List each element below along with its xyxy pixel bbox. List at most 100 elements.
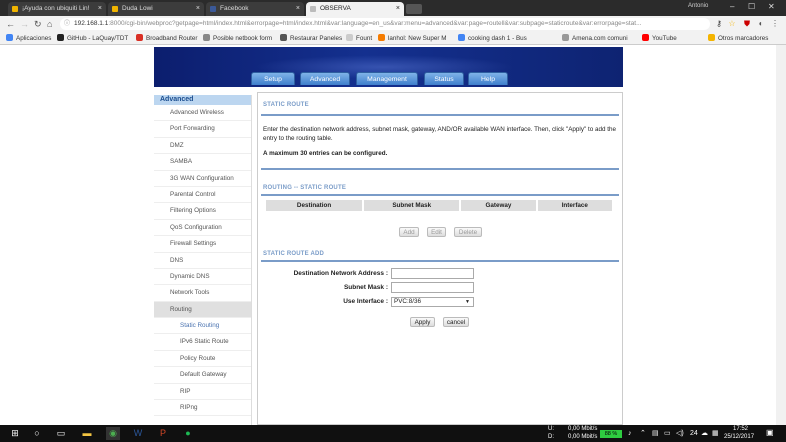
subnet-mask-input[interactable] <box>391 282 474 293</box>
column-header[interactable]: Subnet Mask <box>363 200 462 211</box>
task-view-icon[interactable]: ▭ <box>54 427 68 440</box>
add-button[interactable]: Add <box>399 227 419 237</box>
minimize-icon[interactable]: – <box>730 2 734 11</box>
sidebar-item-dmz[interactable]: DMZ <box>154 138 251 155</box>
close-tab-icon[interactable]: × <box>396 2 400 16</box>
sidebar-item-firewall-settings[interactable]: Firewall Settings <box>154 236 251 253</box>
home-icon[interactable]: ⌂ <box>47 19 52 29</box>
main-content: STATIC ROUTE Enter the destination netwo… <box>257 92 623 425</box>
battery-indicator[interactable]: 88 % <box>600 430 622 438</box>
tab-label: Facebook <box>220 5 249 12</box>
scrollbar[interactable] <box>776 45 786 425</box>
close-tab-icon[interactable]: × <box>196 2 200 16</box>
notifications-icon[interactable]: ▣ <box>766 429 774 437</box>
browser-tab[interactable]: Facebook × <box>206 2 304 16</box>
info-icon[interactable]: ⓘ <box>64 18 70 30</box>
apply-button[interactable]: Apply <box>410 317 435 327</box>
extension-icon[interactable]: ◐ <box>756 19 766 29</box>
battery-icon[interactable]: ▭ <box>664 430 671 437</box>
top-nav-status[interactable]: Status <box>424 72 464 85</box>
bookmark-label: cooking dash 1 - Bus <box>468 35 527 42</box>
file-explorer-icon[interactable]: ▬ <box>80 427 94 440</box>
sidebar-item-port-forwarding[interactable]: Port Forwarding <box>154 121 251 138</box>
sidebar-item-ripng[interactable]: RIPng <box>154 400 251 417</box>
interface-value: PVC:8/36 <box>394 298 421 305</box>
powerpoint-icon[interactable]: P <box>156 427 170 440</box>
top-nav-advanced[interactable]: Advanced <box>300 72 350 85</box>
bookmark-item[interactable]: Otros marcadores <box>708 33 768 44</box>
bookmark-item[interactable]: Amena.com comuni <box>562 33 628 44</box>
clock-time[interactable]: 17:52 <box>733 426 748 433</box>
bookmark-item[interactable]: Broadband Router <box>136 33 197 44</box>
bookmark-item[interactable]: lanhol: New Super M <box>378 33 446 44</box>
close-window-icon[interactable]: ✕ <box>768 2 775 11</box>
bookmark-favicon-icon <box>458 34 465 41</box>
column-header[interactable]: Gateway <box>460 200 538 211</box>
sidebar-item-static-routing[interactable]: Static Routing <box>154 318 251 335</box>
sidebar-item-advanced-wireless[interactable]: Advanced Wireless <box>154 105 251 122</box>
top-nav-setup[interactable]: Setup <box>251 72 295 85</box>
network-icon[interactable]: ▤ <box>652 430 659 437</box>
sidebar-item-dynamic-dns[interactable]: Dynamic DNS <box>154 269 251 286</box>
sidebar-item-qos-configuration[interactable]: QoS Configuration <box>154 220 251 237</box>
bookmark-favicon-icon <box>378 34 385 41</box>
close-tab-icon[interactable]: × <box>98 2 102 16</box>
bookmark-item[interactable]: Fount <box>346 33 372 44</box>
top-nav-management[interactable]: Management <box>356 72 418 85</box>
browser-tab[interactable]: Duda Lowi × <box>108 2 204 16</box>
delete-button[interactable]: Delete <box>454 227 482 237</box>
new-tab-button[interactable] <box>406 4 422 14</box>
back-icon[interactable]: ← <box>6 19 15 29</box>
url-input[interactable]: ⓘ 192.168.1.1:8000/cgi-bin/webproc?getpag… <box>60 18 710 30</box>
chrome-icon[interactable]: ◉ <box>106 427 120 440</box>
bookmark-item[interactable]: Posible netbook form <box>203 33 272 44</box>
column-header[interactable]: Interface <box>536 200 615 211</box>
language-icon[interactable]: ▦ <box>712 430 719 437</box>
sidebar-item-policy-route[interactable]: Policy Route <box>154 351 251 368</box>
close-tab-icon[interactable]: × <box>296 2 300 16</box>
mic-icon[interactable]: ♪ <box>628 430 632 437</box>
bookmark-item[interactable]: GitHub - LaQuay/TDT <box>57 33 128 44</box>
sidebar-item-filtering-options[interactable]: Filtering Options <box>154 203 251 220</box>
key-icon[interactable]: ⚷ <box>714 19 724 29</box>
sidebar-item-3g-wan-configuration[interactable]: 3G WAN Configuration <box>154 171 251 187</box>
maximize-icon[interactable]: ☐ <box>748 2 755 11</box>
search-icon[interactable]: ○ <box>30 427 44 440</box>
sidebar-item-ipv6-static-route[interactable]: IPv6 Static Route <box>154 334 251 351</box>
spotify-icon[interactable]: ● <box>181 427 195 440</box>
chevron-up-icon[interactable]: ⌃ <box>640 430 646 437</box>
sidebar-item-default-gateway[interactable]: Default Gateway <box>154 367 251 384</box>
reload-icon[interactable]: ↻ <box>34 19 42 29</box>
clock-date[interactable]: 25/12/2017 <box>724 434 754 441</box>
sidebar-item-parental-control[interactable]: Parental Control <box>154 187 251 204</box>
sidebar-item-routing[interactable]: Routing <box>154 301 251 319</box>
sidebar-item-network-tools[interactable]: Network Tools <box>154 285 251 302</box>
windows-start-icon[interactable]: ⊞ <box>8 427 22 440</box>
sidebar-item-dns[interactable]: DNS <box>154 253 251 269</box>
bookmarks-bar: Aplicaciones GitHub - LaQuay/TDT Broadband… <box>0 32 786 45</box>
profile-name[interactable]: Antonio <box>688 3 708 9</box>
top-nav-help[interactable]: Help <box>468 72 508 85</box>
edit-button[interactable]: Edit <box>427 227 446 237</box>
cancel-button[interactable]: cancel <box>443 317 469 327</box>
bookmark-label: Fount <box>356 35 373 42</box>
bookmark-item[interactable]: YouTube <box>642 33 677 44</box>
forward-icon[interactable]: → <box>20 19 29 29</box>
interface-select[interactable]: PVC:8/36 ▼ <box>391 297 474 307</box>
volume-icon[interactable]: ◁) <box>676 430 684 437</box>
bookmark-item[interactable]: Aplicaciones <box>6 33 51 44</box>
browser-tab[interactable]: OBSERVA × <box>306 2 404 16</box>
bookmark-star-icon[interactable]: ☆ <box>727 19 737 29</box>
weather-icon[interactable]: ☁ <box>701 430 708 437</box>
sidebar-item-samba[interactable]: SAMBA <box>154 154 251 171</box>
menu-icon[interactable]: ⋮ <box>770 19 780 29</box>
sidebar-item-rip[interactable]: RIP <box>154 384 251 401</box>
extension-shield-icon[interactable]: ⛊ <box>742 19 752 29</box>
word-icon[interactable]: W <box>131 427 145 440</box>
browser-tab[interactable]: ¡Ayuda con ubiquiti Lin! × <box>8 2 106 16</box>
bookmark-item[interactable]: Restaurar Paneles <box>280 33 342 44</box>
bookmark-label: lanhol: New Super M <box>388 35 447 42</box>
destination-input[interactable] <box>391 268 474 279</box>
bookmark-item[interactable]: cooking dash 1 - Bus <box>458 33 527 44</box>
column-header[interactable]: Destination <box>266 200 365 211</box>
